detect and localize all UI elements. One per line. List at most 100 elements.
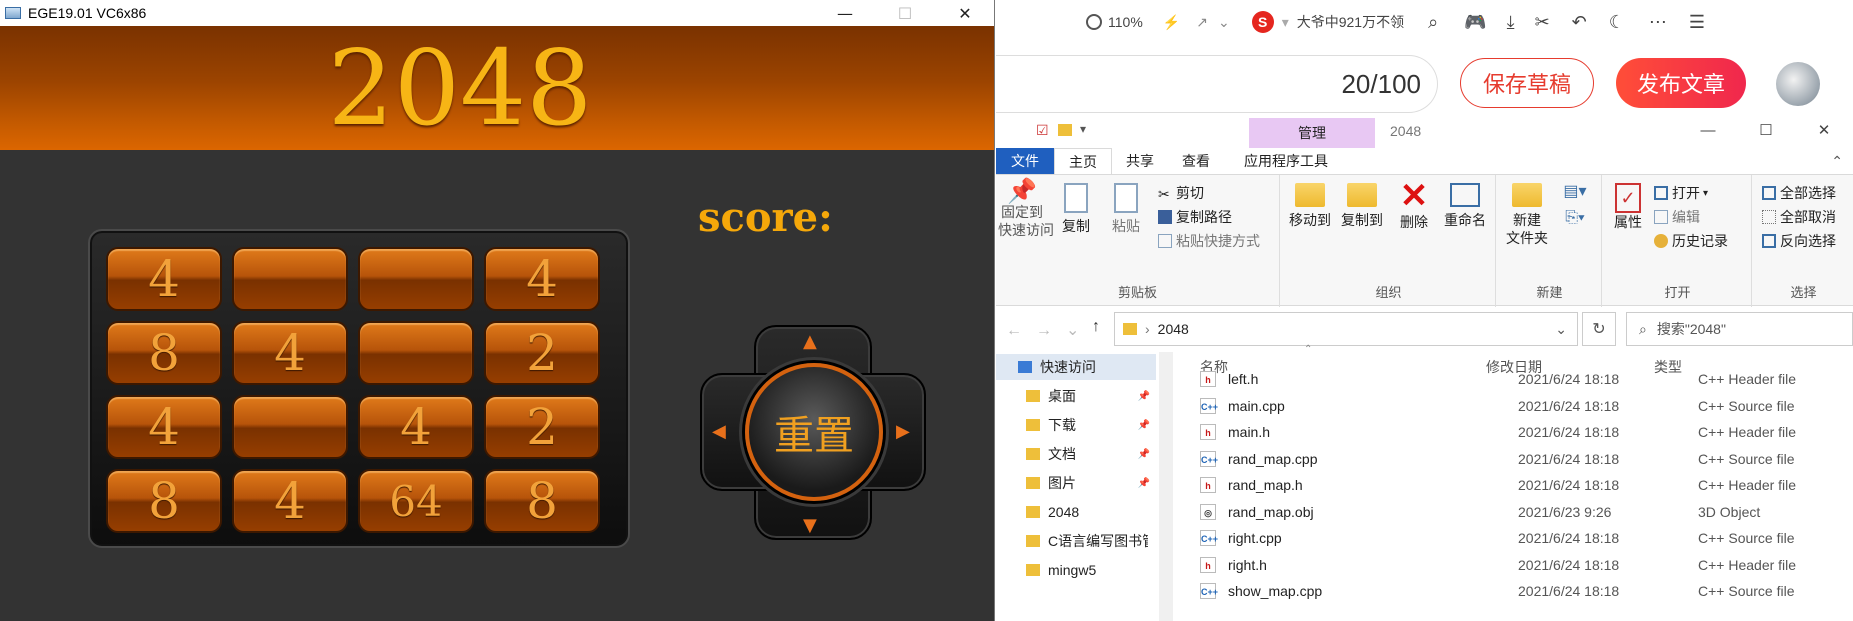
file-row[interactable]: C++ rand_map.cpp 2021/6/24 18:18 C++ Source… xyxy=(1176,446,1853,472)
file-row[interactable]: h right.h 2021/6/24 18:18 C++ Header file xyxy=(1176,552,1853,578)
qat-dropdown-icon[interactable]: ▾ xyxy=(1080,122,1086,136)
select-none-button[interactable]: 全部取消 xyxy=(1762,207,1836,227)
undo-icon[interactable]: ↶ xyxy=(1572,12,1587,33)
nav-item[interactable]: C语言编写图书管 xyxy=(996,528,1156,554)
pin-icon[interactable]: 📌 xyxy=(1138,420,1150,431)
h-file-icon: h xyxy=(1200,371,1216,387)
game-titlebar[interactable]: EGE19.01 VC6x86 — ☐ ✕ xyxy=(0,0,994,26)
file-name: main.h xyxy=(1228,424,1271,440)
more-icon[interactable]: ⋯ xyxy=(1649,12,1667,33)
chevron-down-icon[interactable]: ⌄ xyxy=(1218,14,1230,31)
search-box[interactable]: ⌕ 搜索"2048" xyxy=(1626,312,1853,346)
tab-app-tools[interactable]: 应用程序工具 xyxy=(1230,148,1342,174)
maximize-button: ☐ xyxy=(897,3,913,23)
copy-path-button[interactable]: 复制路径 xyxy=(1158,207,1232,227)
tab-home[interactable]: 主页 xyxy=(1054,148,1112,174)
nav-item[interactable]: 图片 📌 xyxy=(996,470,1156,496)
zoom-icon xyxy=(1086,14,1102,30)
explorer-titlebar[interactable]: ☑ ▾ 管理 2048 — ☐ ✕ xyxy=(996,116,1853,148)
search-icon[interactable]: ⌕ xyxy=(1428,12,1438,33)
lightning-icon[interactable]: ⚡ xyxy=(1163,14,1180,31)
back-forward-icons[interactable]: ←→⌄ xyxy=(1006,320,1093,340)
file-row[interactable]: C++ right.cpp 2021/6/24 18:18 C++ Source fi… xyxy=(1176,525,1853,551)
delete-button[interactable]: ✕ 删除 xyxy=(1392,179,1436,231)
open-button[interactable]: 打开 ▾ xyxy=(1654,183,1708,203)
nav-item-label: 下载 xyxy=(1048,417,1076,433)
publish-button[interactable]: 发布文章 xyxy=(1616,58,1746,108)
file-type: C++ Source file xyxy=(1698,450,1795,467)
history-button[interactable]: 历史记录 xyxy=(1654,231,1728,251)
share-icon[interactable]: ↗ xyxy=(1196,14,1208,31)
new-item-icon[interactable]: ▤▾ xyxy=(1560,183,1590,201)
move-to-button[interactable]: 移动到 xyxy=(1286,183,1334,229)
nav-item[interactable]: 2048 xyxy=(996,499,1156,525)
paste-icon xyxy=(1114,183,1138,213)
scissors-icon: ✂ xyxy=(1158,186,1170,202)
explorer-maximize-button[interactable]: ☐ xyxy=(1737,116,1795,144)
down-arrow-icon[interactable]: ▼ xyxy=(803,517,817,535)
save-draft-button[interactable]: 保存草稿 xyxy=(1460,58,1594,108)
paste-shortcut-button[interactable]: 粘贴快捷方式 xyxy=(1158,231,1260,251)
cut-button[interactable]: ✂ 剪切 xyxy=(1158,183,1204,203)
pin-icon[interactable]: 📌 xyxy=(1138,449,1150,460)
easy-access-icon[interactable]: ⎘▾ xyxy=(1560,209,1590,227)
checkbox-icon[interactable]: ☑ xyxy=(1036,122,1049,139)
nav-item[interactable]: 文档 📌 xyxy=(996,441,1156,467)
tab-view[interactable]: 查看 xyxy=(1168,148,1224,174)
explorer-close-button[interactable]: ✕ xyxy=(1795,116,1853,144)
pin-icon[interactable]: 📌 xyxy=(1138,478,1150,489)
address-bar[interactable]: › 2048 ⌄ xyxy=(1114,312,1578,346)
select-all-button[interactable]: 全部选择 xyxy=(1762,183,1836,203)
nav-item[interactable]: mingw5 xyxy=(996,557,1156,583)
h-file-icon: h xyxy=(1200,556,1216,573)
zoom-control[interactable]: 110% xyxy=(1086,14,1143,30)
game-icon[interactable]: 🎮 xyxy=(1464,12,1486,33)
ribbon-collapse-icon[interactable]: ⌃ xyxy=(1821,148,1853,174)
close-button[interactable]: ✕ xyxy=(935,0,994,26)
edit-button[interactable]: 编辑 xyxy=(1654,207,1700,227)
minimize-button[interactable]: — xyxy=(815,0,875,26)
refresh-button[interactable]: ↻ xyxy=(1582,312,1616,346)
new-folder-button[interactable]: 新建 文件夹 xyxy=(1502,183,1552,247)
tab-share[interactable]: 共享 xyxy=(1112,148,1168,174)
search-suggestion[interactable]: S ▾ 大爷中921万不领 xyxy=(1251,11,1404,33)
up-arrow-icon[interactable]: ▲ xyxy=(803,333,817,351)
download-icon[interactable]: ⤓ xyxy=(1507,12,1515,33)
left-arrow-icon[interactable]: ◀ xyxy=(712,423,726,441)
up-icon[interactable]: ↑ xyxy=(1092,318,1100,336)
nav-item[interactable]: 快速访问 xyxy=(996,354,1156,380)
file-row[interactable]: h rand_map.h 2021/6/24 18:18 C++ Header fil… xyxy=(1176,472,1853,498)
nav-item-label: 图片 xyxy=(1048,475,1076,491)
menu-icon[interactable]: ☰ xyxy=(1689,12,1705,33)
file-row[interactable]: C++ main.cpp 2021/6/24 18:18 C++ Source fil… xyxy=(1176,393,1853,419)
moon-icon[interactable]: ☾ xyxy=(1609,12,1625,33)
paste-button[interactable]: 粘贴 xyxy=(1106,183,1146,235)
tab-file[interactable]: 文件 xyxy=(996,148,1054,174)
avatar[interactable] xyxy=(1776,62,1820,106)
pin-icon[interactable]: 📌 xyxy=(1138,391,1150,402)
properties-icon: ✓ xyxy=(1615,183,1641,213)
nav-item[interactable]: 桌面 📌 xyxy=(996,383,1156,409)
reset-button[interactable]: 重置 xyxy=(745,363,883,501)
copy-to-button[interactable]: 复制到 xyxy=(1338,183,1386,229)
chevron-down-icon[interactable]: ⌄ xyxy=(1555,321,1567,338)
rename-button[interactable]: 重命名 xyxy=(1440,183,1490,229)
manage-context-tab[interactable]: 管理 xyxy=(1249,118,1375,148)
file-row[interactable]: C++ show_map.cpp 2021/6/24 18:18 C++ Source… xyxy=(1176,578,1853,604)
explorer-minimize-button[interactable]: — xyxy=(1679,116,1737,144)
pin-quick-access-button[interactable]: 📌 固定到 快速访问 xyxy=(998,180,1054,239)
file-row[interactable]: ◎ rand_map.obj 2021/6/23 9:26 3D Object xyxy=(1176,499,1853,525)
invert-selection-button[interactable]: 反向选择 xyxy=(1762,231,1836,251)
nav-item[interactable]: 下载 📌 xyxy=(996,412,1156,438)
scissors-icon[interactable]: ✂ xyxy=(1535,12,1550,33)
game-window-controls: — ☐ ✕ xyxy=(815,0,994,26)
file-date: 2021/6/24 18:18 xyxy=(1518,371,1620,387)
file-row[interactable]: h left.h 2021/6/24 18:18 C++ Header file xyxy=(1176,366,1853,392)
properties-button[interactable]: ✓ 属性 xyxy=(1608,183,1648,231)
nav-scrollbar[interactable] xyxy=(1159,352,1173,621)
right-arrow-icon[interactable]: ▶ xyxy=(896,423,910,441)
file-type: C++ Source file xyxy=(1698,530,1795,546)
file-date: 2021/6/24 18:18 xyxy=(1518,397,1620,414)
copy-button[interactable]: 复制 xyxy=(1056,183,1096,235)
file-row[interactable]: h main.h 2021/6/24 18:18 C++ Header file xyxy=(1176,419,1853,445)
